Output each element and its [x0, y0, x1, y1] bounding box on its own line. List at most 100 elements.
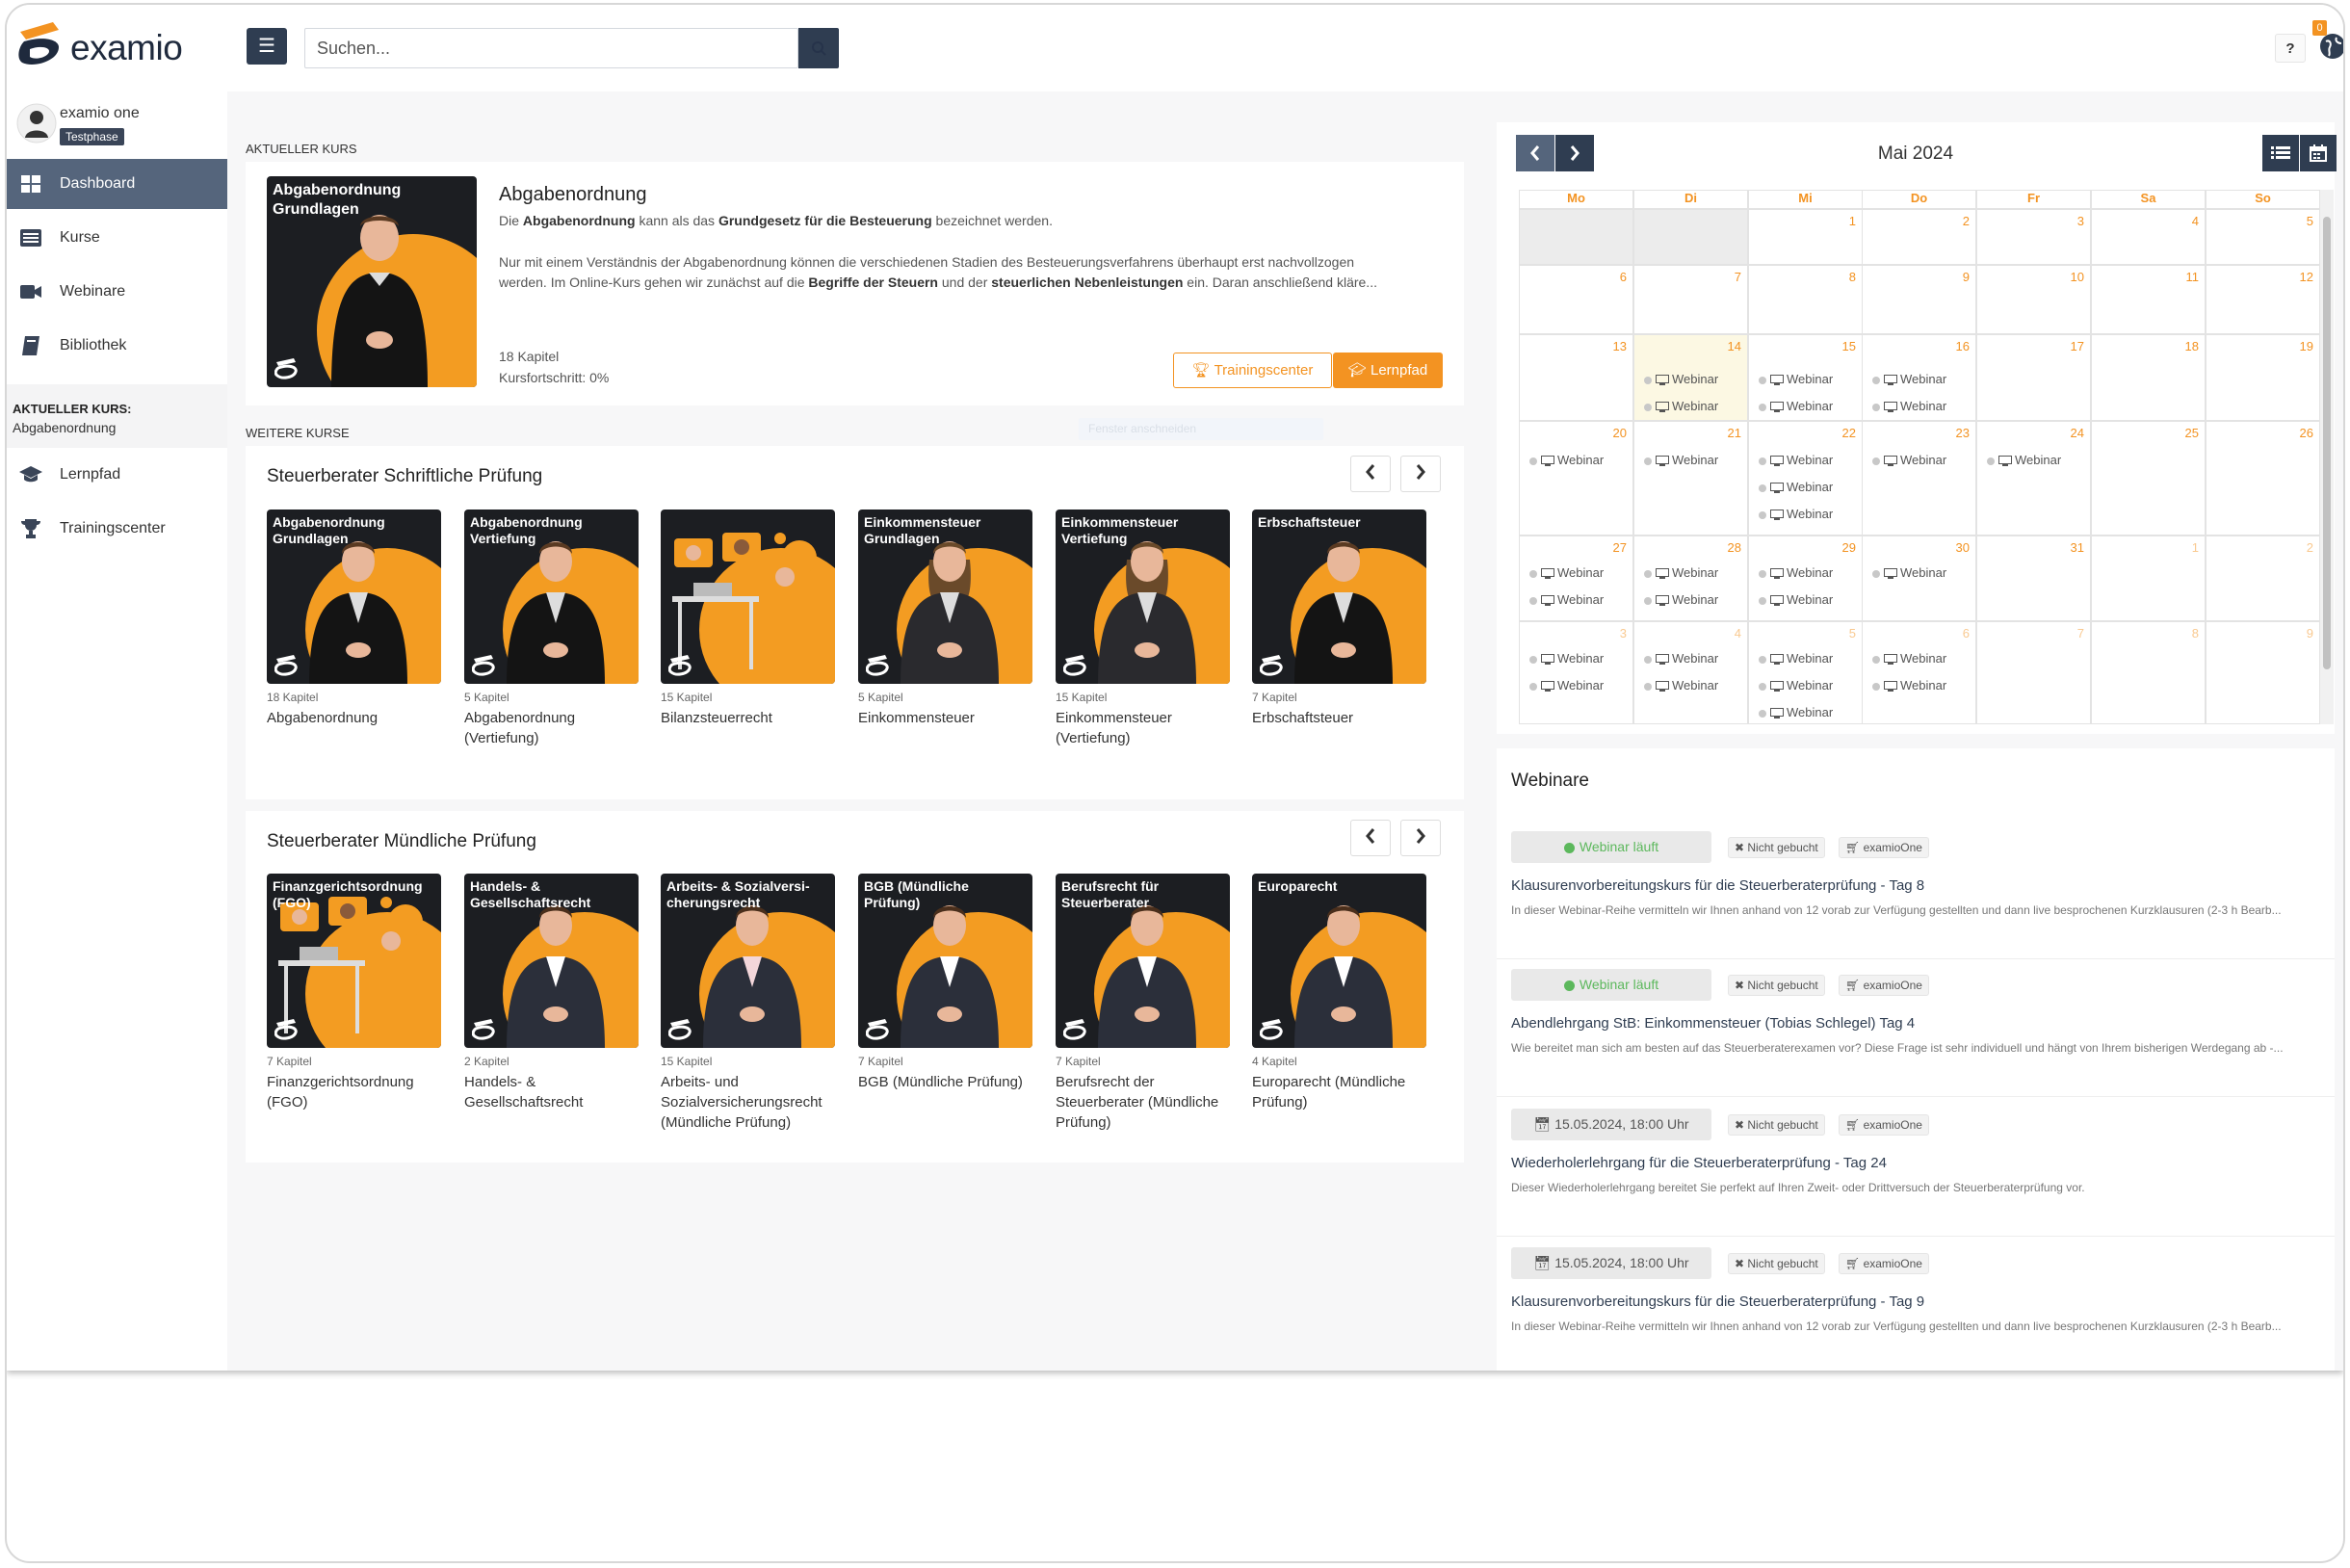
- course-name[interactable]: Einkommensteuer (Vertiefung): [1056, 708, 1234, 748]
- calendar-day[interactable]: 9: [2206, 621, 2320, 724]
- calendar-day[interactable]: 30 Webinar: [1862, 536, 1976, 621]
- webinar-name[interactable]: Wiederholerlehrgang für die Steuerberate…: [1511, 1155, 1887, 1171]
- calendar-day[interactable]: 25: [2091, 421, 2206, 536]
- course-name[interactable]: Arbeits- und Sozialversicherungsrecht (M…: [661, 1072, 839, 1133]
- calendar-day[interactable]: 3: [1976, 209, 2091, 265]
- carousel-prev-button[interactable]: [1350, 820, 1391, 856]
- calendar-event[interactable]: Webinar: [1872, 399, 1946, 413]
- course-name[interactable]: Abgabenordnung (Vertiefung): [464, 708, 642, 748]
- course-thumbnail[interactable]: Arbeits- & Sozialversi-cherungsrecht: [661, 874, 835, 1048]
- course-name[interactable]: Erbschaftsteuer: [1252, 708, 1430, 728]
- course-name[interactable]: Abgabenordnung: [267, 708, 445, 728]
- calendar-day[interactable]: 5: [2206, 209, 2320, 265]
- webinar-name[interactable]: Abendlehrgang StB: Einkommensteuer (Tobi…: [1511, 1015, 1915, 1032]
- calendar-event[interactable]: Webinar: [1644, 565, 1718, 580]
- course-name[interactable]: Bilanzsteuerrecht: [661, 708, 839, 728]
- webinar-name[interactable]: Klausurenvorbereitungskurs für die Steue…: [1511, 877, 1924, 894]
- menu-toggle-button[interactable]: ☰: [247, 28, 287, 65]
- course-thumbnail[interactable]: Europarecht: [1252, 874, 1426, 1048]
- calendar-day[interactable]: 1: [2091, 536, 2206, 621]
- sidebar-item-webinare[interactable]: Webinare: [7, 267, 227, 317]
- calendar-event[interactable]: Webinar: [1759, 705, 1833, 719]
- calendar-day[interactable]: 24 Webinar: [1976, 421, 2091, 536]
- calendar-day[interactable]: 13: [1519, 334, 1633, 421]
- calendar-event[interactable]: Webinar: [1529, 678, 1604, 693]
- calendar-day[interactable]: 7: [1633, 265, 1748, 334]
- calendar-day[interactable]: 28 Webinar Webinar: [1633, 536, 1748, 621]
- calendar-event[interactable]: Webinar: [1529, 565, 1604, 580]
- calendar-event[interactable]: Webinar: [1644, 678, 1718, 693]
- examio-logo[interactable]: examio: [14, 18, 194, 74]
- current-course-thumbnail[interactable]: Abgabenordnung Grundlagen: [267, 176, 477, 387]
- calendar-day[interactable]: 8: [2091, 621, 2206, 724]
- calendar-event[interactable]: Webinar: [1987, 453, 2061, 467]
- course-name[interactable]: Finanzgerichtsordnung (FGO): [267, 1072, 445, 1112]
- calendar-day[interactable]: 5 Webinar Webinar Webinar: [1748, 621, 1863, 724]
- calendar-event[interactable]: Webinar: [1759, 565, 1833, 580]
- search-input[interactable]: [304, 28, 798, 68]
- carousel-next-button[interactable]: [1400, 820, 1441, 856]
- calendar-event[interactable]: Webinar: [1759, 651, 1833, 666]
- calendar-day[interactable]: 29 Webinar Webinar: [1748, 536, 1863, 621]
- calendar-day[interactable]: 15 Webinar Webinar: [1748, 334, 1863, 421]
- course-thumbnail[interactable]: Abgabenordnung Grundlagen: [267, 510, 441, 684]
- course-thumbnail[interactable]: Einkommensteuer Grundlagen: [858, 510, 1032, 684]
- calendar-day[interactable]: 9: [1862, 265, 1976, 334]
- trainingscenter-button[interactable]: 🏆︎ Trainingscenter: [1173, 353, 1332, 388]
- avatar[interactable]: [16, 103, 57, 144]
- calendar-day[interactable]: 22 Webinar Webinar Webinar: [1748, 421, 1863, 536]
- search-button[interactable]: [798, 28, 839, 68]
- sidebar-item-bibliothek[interactable]: Bibliothek: [7, 321, 227, 371]
- course-thumbnail[interactable]: Erbschaftsteuer: [1252, 510, 1426, 684]
- calendar-day[interactable]: 16 Webinar Webinar: [1862, 334, 1976, 421]
- calendar-day[interactable]: 2: [2206, 536, 2320, 621]
- course-name[interactable]: Europarecht (Mündliche Prüfung): [1252, 1072, 1430, 1112]
- help-button[interactable]: ?: [2275, 34, 2306, 63]
- calendar-event[interactable]: Webinar: [1872, 678, 1946, 693]
- calendar-event[interactable]: Webinar: [1759, 592, 1833, 607]
- calendar-day[interactable]: [1519, 209, 1633, 265]
- calendar-event[interactable]: Webinar: [1872, 453, 1946, 467]
- calendar-event[interactable]: Webinar: [1644, 399, 1718, 413]
- calendar-day[interactable]: 19: [2206, 334, 2320, 421]
- sidebar-item-dashboard[interactable]: Dashboard: [7, 159, 227, 209]
- calendar-day[interactable]: 14 Webinar Webinar: [1633, 334, 1748, 421]
- calendar-event[interactable]: Webinar: [1759, 480, 1833, 494]
- calendar-day[interactable]: 6 Webinar Webinar: [1862, 621, 1976, 724]
- calendar-day[interactable]: 27 Webinar Webinar: [1519, 536, 1633, 621]
- sidebar-item-lernpfad[interactable]: Lernpfad: [7, 450, 227, 500]
- course-thumbnail[interactable]: BGB (Mündliche Prüfung): [858, 874, 1032, 1048]
- course-thumbnail[interactable]: Berufsrecht für Steuerberater: [1056, 874, 1230, 1048]
- calendar-event[interactable]: Webinar: [1644, 372, 1718, 386]
- calendar-day[interactable]: 20 Webinar: [1519, 421, 1633, 536]
- calendar-event[interactable]: Webinar: [1529, 651, 1604, 666]
- calendar-scrollbar[interactable]: [2320, 190, 2334, 724]
- calendar-day[interactable]: [1633, 209, 1748, 265]
- calendar-day[interactable]: 7: [1976, 621, 2091, 724]
- calendar-day[interactable]: 4 Webinar Webinar: [1633, 621, 1748, 724]
- calendar-day[interactable]: 2: [1862, 209, 1976, 265]
- webinar-card[interactable]: 📅︎ 15.05.2024, 18:00 Uhr ✖ Nicht gebucht 🛒︎…: [1511, 1109, 2330, 1215]
- calendar-day[interactable]: 31: [1976, 536, 2091, 621]
- calendar-event[interactable]: Webinar: [1644, 592, 1718, 607]
- calendar-event[interactable]: Webinar: [1872, 372, 1946, 386]
- course-thumbnail[interactable]: Abgabenordnung Vertiefung: [464, 510, 639, 684]
- calendar-view-button[interactable]: [2300, 135, 2337, 171]
- calendar-event[interactable]: Webinar: [1644, 651, 1718, 666]
- calendar-day[interactable]: 11: [2091, 265, 2206, 334]
- calendar-day[interactable]: 6: [1519, 265, 1633, 334]
- current-course-box[interactable]: AKTUELLER KURS: Abgabenordnung: [7, 384, 227, 448]
- carousel-prev-button[interactable]: [1350, 456, 1391, 492]
- calendar-day[interactable]: 4: [2091, 209, 2206, 265]
- calendar-day[interactable]: 10: [1976, 265, 2091, 334]
- calendar-event[interactable]: Webinar: [1529, 592, 1604, 607]
- current-course-title[interactable]: Abgabenordnung: [499, 184, 646, 206]
- calendar-event[interactable]: Webinar: [1759, 372, 1833, 386]
- calendar-day[interactable]: 12: [2206, 265, 2320, 334]
- course-thumbnail[interactable]: Einkommensteuer Vertiefung: [1056, 510, 1230, 684]
- carousel-next-button[interactable]: [1400, 456, 1441, 492]
- course-thumbnail[interactable]: [661, 510, 835, 684]
- sidebar-item-trainingscenter[interactable]: Trainingscenter: [7, 504, 227, 554]
- calendar-event[interactable]: Webinar: [1759, 507, 1833, 521]
- globe-icon[interactable]: [2318, 32, 2343, 61]
